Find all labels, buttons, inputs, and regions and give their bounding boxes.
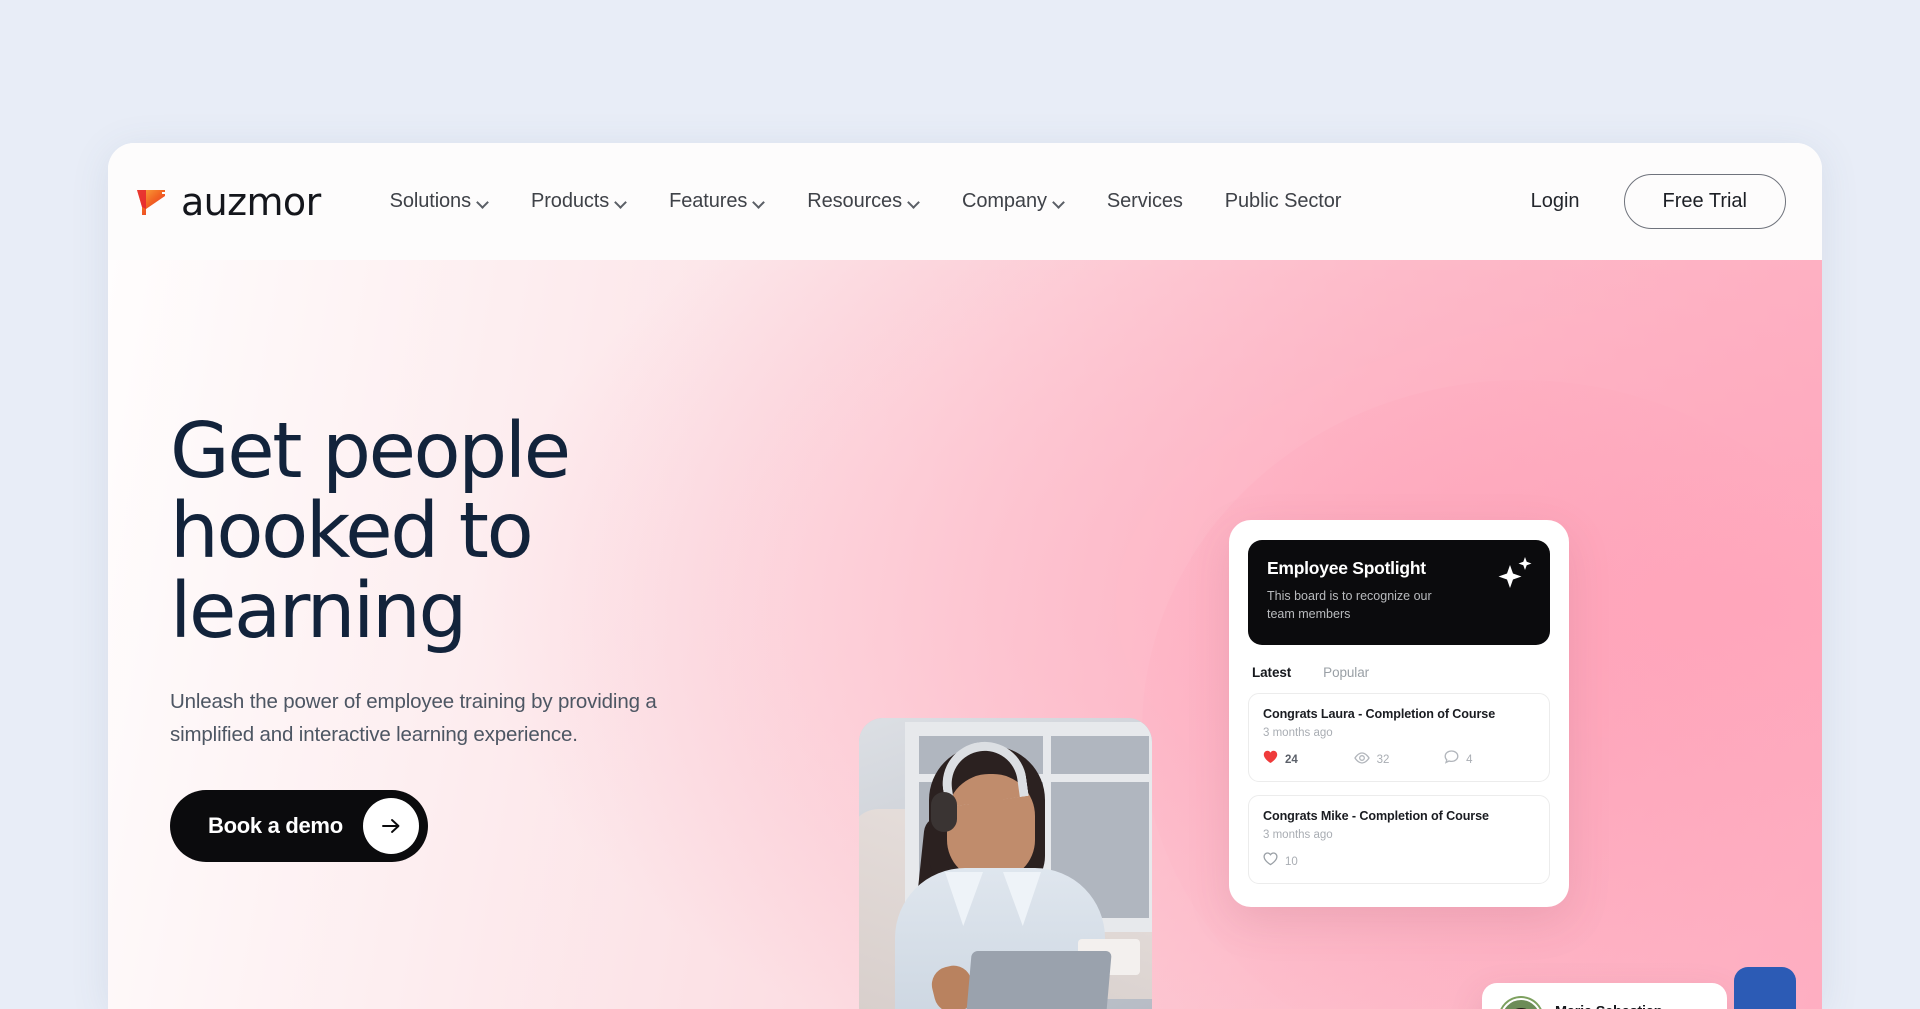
chevron-down-icon [909,198,920,205]
nav-item-label: Resources [807,190,902,212]
nav-link-list: Solutions Products Features Resources Co… [369,180,1363,223]
login-link[interactable]: Login [1509,180,1602,223]
post-stats-row: 10 [1263,852,1535,871]
post-stat-value: 24 [1285,753,1298,766]
nav-item-label: Public Sector [1224,190,1342,212]
spotlight-header: Employee Spotlight This board is to reco… [1248,540,1550,645]
free-trial-button[interactable]: Free Trial [1623,174,1786,229]
chevron-down-icon [478,198,489,205]
instructor-text-block: Maria Sebastian Instructor [1555,1004,1663,1009]
main-navigation-bar: auzmor Solutions Products Features Resou… [108,143,1822,260]
sparkle-icon [1496,556,1534,590]
chevron-down-icon [1054,198,1065,205]
comment-icon [1444,750,1459,769]
nav-item-label: Products [531,190,610,212]
instructor-name: Maria Sebastian [1555,1004,1663,1009]
book-a-demo-button[interactable]: Book a demo [170,789,428,862]
heart-outline-icon [1263,852,1278,871]
hero-section: Get people hooked to learning Unleash th… [108,260,1822,1009]
instructor-profile-card[interactable]: Maria Sebastian Instructor [1482,983,1727,1009]
nav-item-label: Services [1106,190,1183,212]
arrow-right-icon [362,797,419,854]
nav-item-public-sector[interactable]: Public Sector [1204,180,1363,223]
brand-name-text: auzmor [181,179,321,224]
nav-item-label: Company [961,190,1047,212]
post-stat-value: 4 [1466,753,1473,766]
nav-item-features[interactable]: Features [648,180,786,223]
hero-title-line-3: learning [170,567,467,657]
chevron-down-icon [754,198,765,205]
heart-filled-icon [1263,750,1278,769]
nav-item-company[interactable]: Company [941,180,1086,223]
chat-bubble-icon[interactable] [1734,967,1796,1009]
hero-title: Get people hooked to learning [170,411,810,652]
post-stat-likes[interactable]: 10 [1263,852,1354,871]
hero-title-line-1: Get people [170,407,571,496]
post-stats-row: 24 32 4 [1263,750,1535,769]
spotlight-post-item[interactable]: Congrats Mike - Completion of Course 3 m… [1248,795,1550,884]
hero-photo [859,718,1152,1009]
nav-item-label: Solutions [389,190,471,212]
post-title: Congrats Laura - Completion of Course [1263,707,1496,721]
post-stat-likes[interactable]: 24 [1263,750,1354,769]
spotlight-tab-list: Latest Popular [1248,665,1550,680]
brand-logo-link[interactable]: auzmor [135,183,321,221]
hero-title-line-2: hooked to [170,487,534,577]
post-stat-views[interactable]: 32 [1353,751,1445,769]
post-timestamp: 3 months ago [1263,829,1333,841]
nav-item-label: Features [669,190,748,212]
nav-item-resources[interactable]: Resources [786,180,941,223]
nav-item-services[interactable]: Services [1086,180,1204,223]
post-title: Congrats Mike - Completion of Course [1263,809,1489,823]
spotlight-title: Employee Spotlight [1267,558,1426,578]
nav-item-products[interactable]: Products [510,180,648,223]
eye-icon [1353,751,1370,769]
spotlight-post-item[interactable]: Congrats Laura - Completion of Course 3 … [1248,693,1550,782]
post-stat-value: 10 [1285,855,1298,868]
auzmor-flag-logo-icon [135,185,168,218]
employee-spotlight-widget: Employee Spotlight This board is to reco… [1229,520,1569,907]
post-stat-value: 32 [1376,753,1390,766]
post-timestamp: 3 months ago [1263,727,1333,739]
nav-item-solutions[interactable]: Solutions [369,180,510,223]
nav-actions: Login Free Trial [1509,174,1822,229]
hero-copy-block: Get people hooked to learning Unleash th… [170,411,810,862]
tab-latest[interactable]: Latest [1252,665,1291,680]
book-a-demo-label: Book a demo [208,812,343,838]
post-stat-comments[interactable]: 4 [1444,750,1535,769]
chevron-down-icon [616,198,627,205]
spotlight-description: This board is to recognize our team memb… [1267,589,1432,621]
avatar [1500,998,1542,1009]
browser-page-canvas: auzmor Solutions Products Features Resou… [108,143,1822,1009]
tab-popular[interactable]: Popular [1323,665,1369,680]
hero-subtitle: Unleash the power of employee training b… [170,690,657,747]
